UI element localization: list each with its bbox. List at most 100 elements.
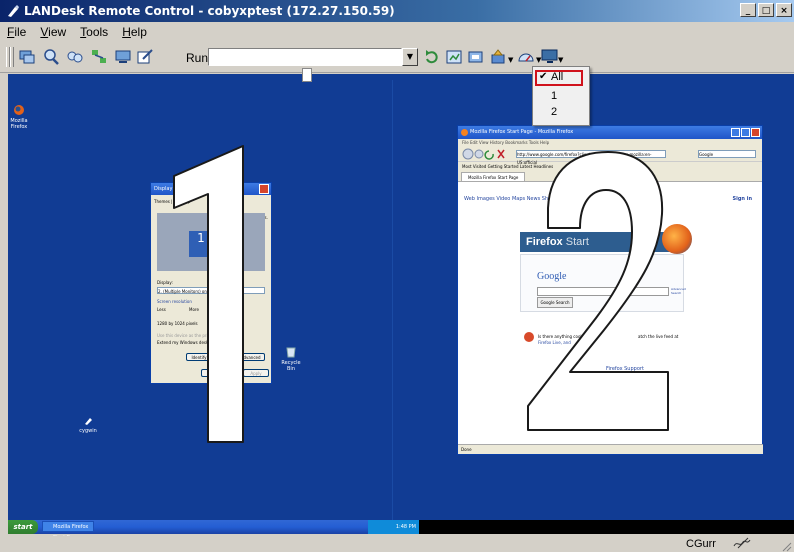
monitor-option-label: 1	[551, 90, 558, 102]
menu-tools[interactable]: Tools	[73, 25, 115, 39]
monitor-option-all[interactable]: ✔ All	[533, 70, 589, 86]
google-search-box: Google Google Search Advanced Search	[520, 254, 686, 312]
chat-icon[interactable]	[66, 48, 84, 66]
menu-bar: File View Tools Help	[0, 22, 794, 42]
resolution-less: Less	[157, 307, 166, 312]
advanced-button[interactable]: dvanced	[239, 353, 265, 361]
monitor-dropdown-arrow[interactable]: ▼	[558, 56, 563, 64]
firefox-title: Mozilla Firefox Start Page - Mozilla Fir…	[458, 126, 762, 139]
firefox-icon	[14, 105, 24, 115]
draw-icon[interactable]	[136, 48, 154, 66]
status-user: CGurr	[686, 538, 716, 550]
network-icon[interactable]	[90, 48, 108, 66]
firefox-note-line3: atch the live feed at	[638, 334, 679, 339]
firefox-status-bar: Done	[458, 444, 763, 454]
desktop-icon-recycle-bin[interactable]: Recycle Bin	[280, 346, 302, 372]
resolution-more: More	[189, 307, 199, 312]
firefox-note-line2[interactable]: Firefox Live, and	[538, 340, 571, 345]
menu-file[interactable]: File	[0, 25, 33, 39]
desktop-icon[interactable]	[114, 48, 132, 66]
firefox-logo-icon	[662, 224, 692, 254]
firefox-note-line1: Is there anything cooler	[538, 334, 586, 339]
firefox-nav-buttons-icon[interactable]	[462, 148, 512, 160]
settings-dropdown-arrow[interactable]: ▼	[508, 56, 513, 64]
cygwin-icon	[85, 418, 92, 425]
firefox-close-icon[interactable]	[751, 128, 760, 137]
display-label: Display:	[157, 280, 173, 285]
google-signin-link[interactable]: Sign in	[733, 196, 752, 202]
ok-button[interactable]: OK	[201, 369, 227, 377]
firefox-tab[interactable]: Mozilla Firefox Start Page	[461, 172, 525, 181]
extend-checkbox-label[interactable]: Extend my Windows desktop on	[157, 340, 221, 345]
google-search-input[interactable]	[537, 287, 669, 296]
run-input[interactable]	[208, 48, 402, 66]
system-tray-clock: 1:48 PM	[368, 520, 419, 534]
status-bar	[0, 536, 794, 552]
screenshot-icon[interactable]	[467, 48, 485, 66]
dialog-tabs[interactable]: Themes | Desktop	[154, 199, 190, 204]
firefox-start-title: Firefox	[526, 236, 563, 248]
firefox-bookmarks-bar[interactable]: Most Visited Getting Started Latest Head…	[458, 161, 762, 171]
primary-checkbox-label[interactable]: Use this device as the primary m	[157, 333, 223, 338]
dialog-title: Display Properties	[151, 183, 271, 195]
window-controls: _ □ ×	[740, 3, 792, 17]
desktop-icon-label: Mozilla Firefox	[10, 118, 28, 130]
advanced-search-link[interactable]: Advanced Search	[671, 287, 686, 295]
monitor-option-label: All	[551, 71, 564, 83]
menu-help[interactable]: Help	[115, 25, 154, 39]
toolbar: Run: ▼ ▼ ▼ ▼	[0, 42, 794, 73]
start-button[interactable]: start	[8, 520, 38, 534]
display-select[interactable]: 2. (Multiple Monitors) on ATI Mobili	[157, 287, 265, 294]
dialog-close-icon[interactable]	[259, 184, 269, 194]
desktop-icon-label: Recycle Bin	[281, 360, 301, 372]
firefox-search-field[interactable]: Google	[698, 150, 756, 158]
firefox-menus[interactable]: File Edit View History Bookmarks Tools H…	[458, 139, 762, 147]
refresh-icon[interactable]	[423, 48, 441, 66]
fit-icon[interactable]	[445, 48, 463, 66]
apply-button[interactable]: Apply	[243, 369, 269, 377]
run-dropdown-button[interactable]: ▼	[402, 48, 418, 66]
monitor-icon[interactable]	[541, 48, 559, 66]
resize-grip-icon[interactable]	[780, 540, 792, 552]
google-nav-links[interactable]: Web Images Video Maps News Shopping	[464, 196, 565, 202]
identify-button[interactable]: Identify	[186, 353, 212, 361]
menu-view[interactable]: View	[33, 25, 73, 39]
taskbar-item-firefox[interactable]: Mozilla Firefox Start P...	[42, 521, 94, 541]
resolution-label: Screen resolution	[157, 299, 192, 304]
monitor-option-2[interactable]: 2	[533, 105, 589, 121]
zoom-icon[interactable]	[42, 48, 60, 66]
firefox-url-field[interactable]: http://www.google.com/firefox?client=fir…	[516, 150, 666, 165]
signature-icon	[733, 537, 751, 549]
monitor-option-1[interactable]: 1	[533, 89, 589, 105]
monitor-option-label: 2	[551, 106, 558, 118]
monitor-1-preview[interactable]: 1	[189, 231, 213, 257]
minimize-button[interactable]: _	[740, 3, 756, 17]
close-button[interactable]: ×	[776, 3, 792, 17]
display-properties-dialog[interactable]: Display Properties Themes | Desktop our …	[150, 182, 272, 384]
window-title: LANDesk Remote Control - cobyxptest (172…	[24, 4, 395, 18]
speed-icon[interactable]	[517, 48, 535, 66]
firefox-maximize-icon[interactable]	[741, 128, 750, 137]
firefox-start-sub: Start	[565, 236, 589, 248]
firefox-start-banner: Firefox Start	[520, 232, 678, 252]
firefox-support-link[interactable]: Firefox Support	[606, 366, 644, 372]
remote-document-icon	[302, 68, 312, 82]
firefox-window[interactable]: Mozilla Firefox Start Page - Mozilla Fir…	[457, 125, 763, 455]
google-search-button[interactable]: Google Search	[537, 297, 573, 308]
desktop-icon-cygwin[interactable]: cygwin	[78, 416, 98, 434]
firefox-nav-bar: http://www.google.com/firefox?client=fir…	[458, 147, 762, 165]
firefox-window-controls	[731, 128, 760, 137]
toolbar-grip-2[interactable]	[10, 47, 14, 67]
monitor-1-number: 1	[197, 231, 205, 245]
recycle-bin-icon	[286, 347, 296, 358]
connect-icon[interactable]	[18, 48, 36, 66]
firefox-minimize-icon[interactable]	[731, 128, 740, 137]
checkmark-icon: ✔	[539, 71, 548, 82]
resolution-value: 1280 by 1024 pixels	[157, 321, 198, 326]
settings-icon[interactable]	[489, 48, 507, 66]
monitor-divider	[392, 80, 393, 520]
firefox-tab-row: Mozilla Firefox Start Page	[458, 171, 762, 182]
desktop-icon-firefox[interactable]: Mozilla Firefox	[4, 104, 34, 130]
maximize-button[interactable]: □	[758, 3, 774, 17]
title-bar: LANDesk Remote Control - cobyxptest (172…	[0, 0, 794, 22]
